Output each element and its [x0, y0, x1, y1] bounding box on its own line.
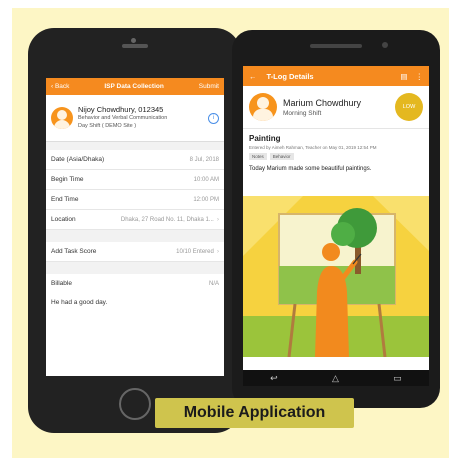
- tag-list: Notes Behavior: [243, 152, 429, 161]
- section-gap: [46, 142, 224, 150]
- row-label: Billable: [51, 280, 72, 287]
- tag-behavior: Behavior: [269, 153, 294, 160]
- row-label: Begin Time: [51, 176, 84, 183]
- home-nav-icon[interactable]: △: [332, 373, 339, 384]
- row-value: N/A: [208, 280, 219, 287]
- info-icon[interactable]: i: [208, 112, 219, 124]
- more-vertical-icon[interactable]: ⋮: [416, 72, 424, 81]
- row-label: Location: [51, 216, 76, 223]
- back-nav-icon[interactable]: ↩: [270, 373, 278, 384]
- android-device: ← T-Log Details ▤ ⋮ Marium Chowdhury Mor…: [232, 30, 440, 408]
- begin-time-row[interactable]: Begin Time 10:00 AM: [46, 170, 224, 190]
- painting-illustration: [243, 196, 429, 357]
- section-gap: [46, 262, 224, 274]
- tlog-screen: ← T-Log Details ▤ ⋮ Marium Chowdhury Mor…: [243, 66, 429, 386]
- row-value: 12:00 PM: [193, 196, 219, 203]
- student-profile: Marium Chowdhury Morning Shift LOW: [243, 86, 429, 129]
- document-icon[interactable]: ▤: [400, 72, 407, 81]
- recents-nav-icon[interactable]: ▭: [393, 373, 402, 384]
- entry-body: Today Marium made some beautiful paintin…: [249, 166, 372, 172]
- billable-row[interactable]: Billable N/A: [46, 274, 224, 293]
- student-shift: Morning Shift: [283, 109, 322, 117]
- row-label: Date (Asia/Dhaka): [51, 156, 105, 163]
- android-nav-bar: ↩ △ ▭: [243, 370, 429, 386]
- client-name: Nijoy Chowdhury, 012345: [78, 105, 164, 114]
- row-label: Add Task Score: [51, 248, 97, 255]
- client-shift: Day Shift ( DEMO Site ): [78, 123, 137, 129]
- client-program: Behavior and Verbal Communication: [78, 115, 168, 121]
- isp-title: ISP Data Collection: [104, 83, 164, 90]
- home-button[interactable]: [119, 388, 151, 420]
- end-time-row[interactable]: End Time 12:00 PM: [46, 190, 224, 210]
- arrow-left-icon[interactable]: ←: [249, 72, 257, 81]
- tlog-title: T-Log Details: [266, 71, 314, 81]
- tag-notes: Notes: [249, 153, 267, 160]
- caption-label: Mobile Application: [155, 398, 354, 428]
- note-text[interactable]: He had a good day.: [46, 293, 224, 312]
- speaker-slot: [122, 44, 148, 48]
- chevron-right-icon: ›: [216, 216, 219, 223]
- row-label: End Time: [51, 196, 79, 203]
- row-value: 10:00 AM: [193, 176, 219, 183]
- date-row[interactable]: Date (Asia/Dhaka) 8 Jul, 2018: [46, 150, 224, 170]
- location-row[interactable]: Location Dhaka, 27 Road No. 11, Dhaka 1.…: [46, 210, 224, 230]
- avatar: [249, 93, 277, 121]
- level-badge: LOW: [395, 93, 423, 121]
- row-value: Dhaka, 27 Road No. 11, Dhaka 1...: [120, 217, 214, 223]
- camera-dot: [382, 42, 388, 48]
- back-button[interactable]: ‹ Back: [51, 83, 69, 90]
- tlog-app-bar: ← T-Log Details ▤ ⋮: [243, 66, 429, 86]
- student-name: Marium Chowdhury: [283, 97, 362, 108]
- submit-button[interactable]: Submit: [199, 83, 219, 90]
- isp-nav-bar: ‹ Back ISP Data Collection Submit: [46, 78, 224, 95]
- row-value: 10/10 Entered: [176, 249, 214, 255]
- add-task-score-row[interactable]: Add Task Score 10/10 Entered ›: [46, 242, 224, 262]
- camera-dot: [131, 38, 136, 43]
- section-gap: [46, 230, 224, 242]
- row-value: 8 Jul, 2018: [189, 156, 219, 163]
- entry-heading: Painting: [249, 134, 281, 143]
- chevron-right-icon: ›: [216, 248, 219, 255]
- entry-meta: Entered by Aimeh Rahman, Teacher on May …: [249, 145, 377, 150]
- avatar: [51, 107, 73, 129]
- client-profile[interactable]: Nijoy Chowdhury, 012345 Behavior and Ver…: [46, 95, 224, 142]
- isp-screen: ‹ Back ISP Data Collection Submit Nijoy …: [46, 78, 224, 376]
- speaker-slot: [310, 44, 362, 48]
- iphone-device: ‹ Back ISP Data Collection Submit Nijoy …: [28, 28, 241, 433]
